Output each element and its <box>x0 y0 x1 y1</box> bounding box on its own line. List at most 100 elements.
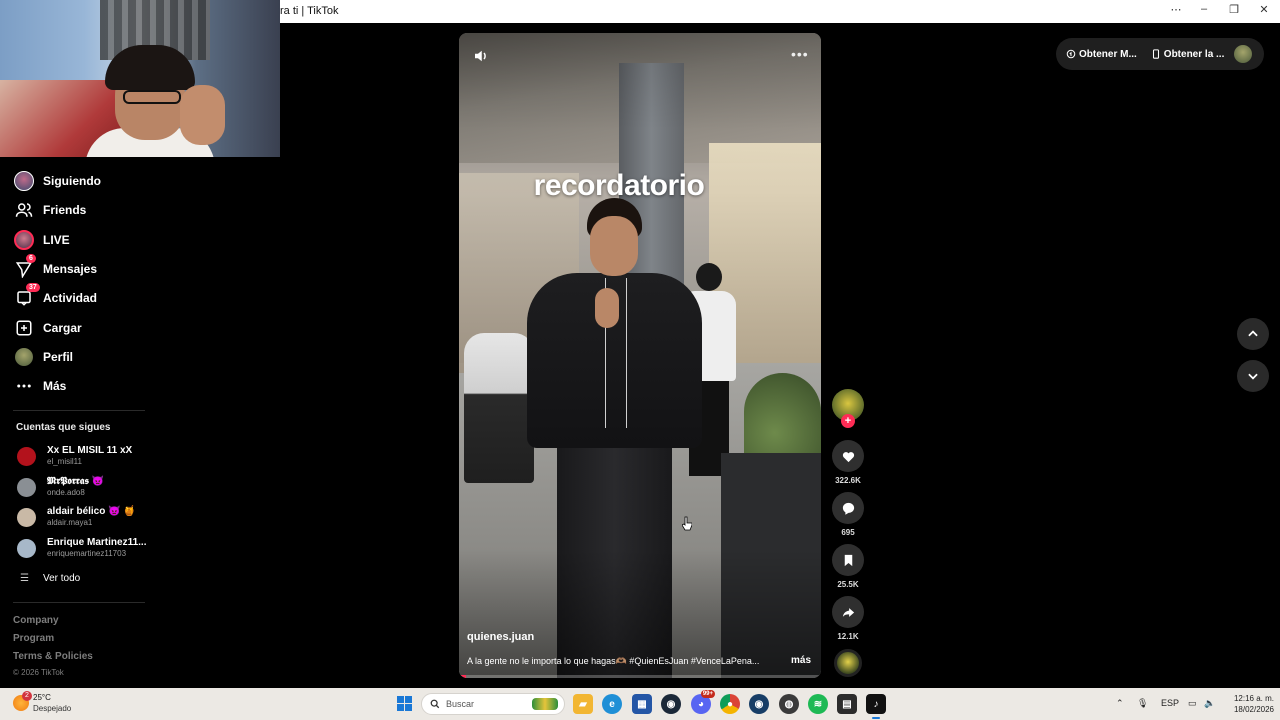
video-more-options-icon[interactable]: ••• <box>791 46 809 62</box>
see-all-button[interactable]: ☰ Ver todo <box>20 573 80 584</box>
chevron-down-icon <box>1248 373 1258 380</box>
list-icon: ☰ <box>20 573 29 584</box>
nav-following[interactable]: Siguiendo <box>13 169 101 193</box>
start-button[interactable] <box>397 696 412 711</box>
activity-icon: 37 <box>13 283 40 309</box>
footer-company-link[interactable]: Company <box>13 615 59 626</box>
taskbar-search[interactable]: Buscar <box>421 693 565 715</box>
save-action[interactable]: 25.5K <box>832 544 864 589</box>
video-player[interactable]: recordatorio ••• quienes.juan A la gente… <box>459 33 821 678</box>
upload-icon <box>13 317 35 339</box>
get-coins-button[interactable]: Obtener M... <box>1066 49 1137 60</box>
share-icon <box>842 607 854 617</box>
tiktok-icon[interactable]: ♪ <box>866 694 886 719</box>
footer-terms-link[interactable]: Terms & Policies <box>13 651 93 662</box>
screen: ra ti | TikTok ⋯ – ❐ ✕ Siguiendo Friends… <box>0 0 1280 720</box>
phone-icon <box>1152 49 1159 59</box>
window-more-button[interactable]: ⋯ <box>1161 3 1191 19</box>
volume-tray-icon[interactable]: 🔈 <box>1204 698 1215 709</box>
volume-icon[interactable] <box>472 47 490 65</box>
previous-video-button[interactable] <box>1237 318 1269 350</box>
nav-profile[interactable]: Perfil <box>13 345 73 369</box>
weather-badge: 2 <box>22 691 32 701</box>
edge-icon[interactable]: e <box>602 694 622 714</box>
comment-action[interactable]: 695 <box>832 492 864 537</box>
discord-icon[interactable]: ◕ 99+ <box>691 690 715 714</box>
nav-upload[interactable]: Cargar <box>13 316 82 340</box>
nav-label: Cargar <box>43 321 82 335</box>
window-restore-button[interactable]: ❐ <box>1219 3 1249 19</box>
microphone-icon[interactable]: 🎙 <box>1137 698 1148 709</box>
clock-time: 12:16 a. m. <box>1233 694 1274 703</box>
store-icon[interactable]: ▦ <box>632 694 652 714</box>
following-account[interactable]: Enrique Martinez11... enriquemartinez117… <box>17 535 157 561</box>
more-icon <box>13 375 35 397</box>
comment-icon <box>842 502 854 515</box>
language-indicator[interactable]: ESP <box>1161 698 1179 708</box>
taskbar-clock[interactable]: 12:16 a. m. 18/02/2026 <box>1226 693 1274 715</box>
share-action[interactable]: 12.1K <box>832 596 864 641</box>
weather-widget[interactable]: 2 25°C Despejado <box>13 691 93 716</box>
save-button[interactable] <box>832 544 864 576</box>
account-handle: el_misil11 <box>47 457 82 466</box>
nav-friends[interactable]: Friends <box>13 198 86 222</box>
search-highlight-image <box>532 698 558 710</box>
chrome-icon[interactable]: ● <box>720 694 740 714</box>
live-icon <box>13 229 35 251</box>
nav-label: Friends <box>43 203 87 217</box>
follow-plus-icon[interactable]: + <box>841 414 855 428</box>
taskbar: 2 25°C Despejado Buscar ▰ e ▦ ◉ ◕ 99+ ● ◉… <box>0 688 1280 720</box>
next-video-button[interactable] <box>1237 360 1269 392</box>
friends-icon <box>13 199 35 221</box>
nav-live[interactable]: LIVE <box>13 228 70 252</box>
video-description: A la gente no le importa lo que hagas🫶🏽 … <box>467 656 760 666</box>
heart-icon <box>842 451 854 462</box>
weather-temp: 25°C <box>33 693 51 702</box>
following-avatar-icon <box>13 170 35 192</box>
description-more-link[interactable]: más <box>791 655 811 666</box>
search-placeholder: Buscar <box>446 699 475 709</box>
get-coins-label: Obtener M... <box>1079 48 1137 60</box>
obs-icon[interactable]: ◍ <box>779 694 799 714</box>
like-action[interactable]: 322.6K <box>832 440 864 485</box>
following-account[interactable]: aldair bélico 👿 🍯 aldair.maya1 <box>17 504 157 530</box>
messages-badge: 6 <box>26 254 36 263</box>
tray-chevron-up-icon[interactable]: ⌃ <box>1116 698 1124 709</box>
footer-program-link[interactable]: Program <box>13 633 54 644</box>
user-avatar[interactable] <box>1234 45 1252 63</box>
window-close-button[interactable]: ✕ <box>1249 3 1279 19</box>
following-account[interactable]: 𝕸𝖗𝕻𝖔𝖗𝖗𝖆𝖘 👿 onde.ado8 <box>17 474 157 500</box>
account-name: Xx EL MISIL 11 xX <box>47 445 133 456</box>
following-account[interactable]: Xx EL MISIL 11 xX el_misil11 <box>17 443 157 469</box>
window-minimize-button[interactable]: – <box>1189 3 1219 19</box>
divider <box>13 602 145 603</box>
account-avatar <box>17 447 36 466</box>
nav-activity[interactable]: 37 Actividad <box>13 283 97 310</box>
messages-icon: 6 <box>13 254 36 280</box>
video-progress-bar[interactable] <box>459 675 821 678</box>
comment-button[interactable] <box>832 492 864 524</box>
share-button[interactable] <box>832 596 864 628</box>
comment-count: 695 <box>841 528 855 537</box>
account-name: Enrique Martinez11... <box>47 537 147 548</box>
steam-icon[interactable]: ◉ <box>661 694 681 714</box>
webcam-overlay <box>0 0 280 157</box>
nav-messages[interactable]: 6 Mensajes <box>13 254 97 281</box>
video-progress-fill <box>459 675 467 678</box>
network-icon[interactable]: ▭ <box>1188 698 1197 709</box>
spotify-icon[interactable]: ≋ <box>808 694 828 714</box>
nav-more[interactable]: Más <box>13 374 66 398</box>
following-section-title: Cuentas que sigues <box>16 422 111 433</box>
get-app-button[interactable]: Obtener la ... <box>1151 49 1224 60</box>
steam-alt-icon[interactable]: ◉ <box>749 694 769 714</box>
media-app-icon[interactable]: ▤ <box>837 694 857 714</box>
like-count: 322.6K <box>835 476 861 485</box>
nav-label: LIVE <box>43 233 70 247</box>
video-author[interactable]: quienes.juan <box>467 631 534 643</box>
share-count: 12.1K <box>837 632 859 641</box>
file-explorer-icon[interactable]: ▰ <box>573 694 593 714</box>
see-all-label: Ver todo <box>42 573 81 584</box>
account-avatar <box>17 508 36 527</box>
like-button[interactable] <box>832 440 864 472</box>
sound-disc[interactable] <box>834 649 862 677</box>
